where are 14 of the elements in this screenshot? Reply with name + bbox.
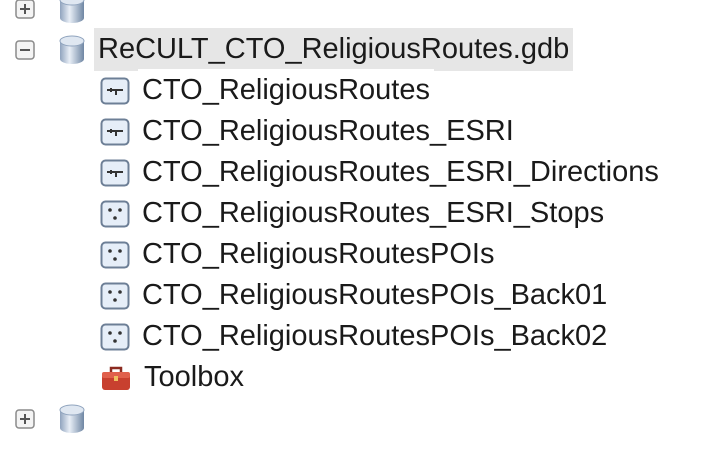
tree-item[interactable]: ReCULT_CTO_ReligiousRoutes.gdb bbox=[94, 28, 574, 72]
expand-icon[interactable] bbox=[15, 0, 35, 18]
point-feature-icon bbox=[100, 282, 130, 310]
collapse-icon[interactable] bbox=[15, 40, 35, 60]
expand-icon[interactable] bbox=[15, 408, 35, 428]
line-feature-icon bbox=[100, 76, 130, 104]
point-feature-icon bbox=[100, 200, 130, 228]
point-feature-icon bbox=[100, 322, 130, 350]
database-icon bbox=[58, 404, 86, 434]
point-feature-icon bbox=[100, 240, 130, 268]
database-icon bbox=[58, 34, 86, 64]
line-feature-icon bbox=[100, 158, 130, 186]
line-feature-icon bbox=[100, 118, 130, 146]
database-icon bbox=[58, 0, 86, 24]
